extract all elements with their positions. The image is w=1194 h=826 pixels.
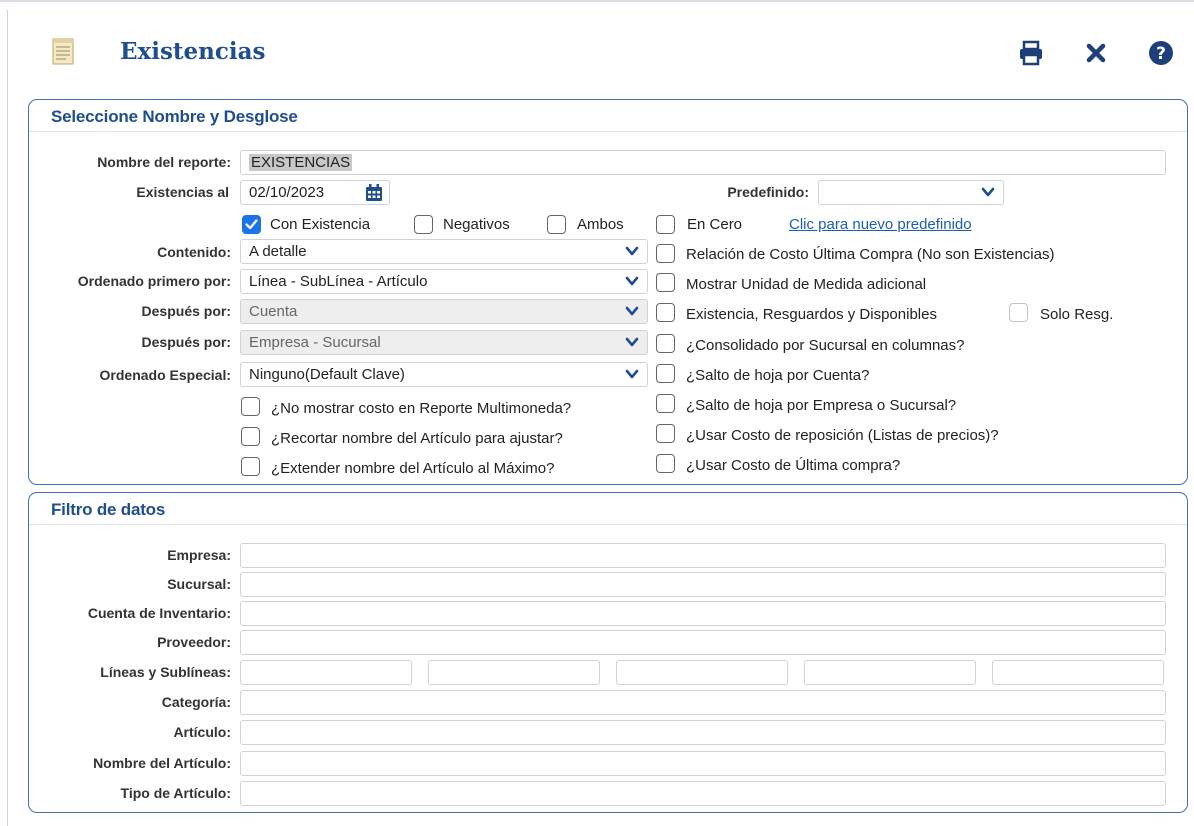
calendar-icon[interactable] (364, 183, 384, 203)
chevron-down-icon (625, 246, 639, 256)
articulo-label: Artículo: (173, 724, 231, 740)
salto-cuenta-checkbox[interactable] (656, 364, 675, 383)
no-mostrar-costo-checkbox[interactable] (241, 397, 260, 416)
existencia-resguardos-checkbox[interactable] (656, 303, 675, 322)
costo-ultima-compra-label: ¿Usar Costo de Última compra? (686, 457, 901, 474)
ambos-checkbox[interactable] (547, 215, 566, 234)
con-existencia-label: Con Existencia (270, 216, 371, 233)
salto-empresa-label: ¿Salto de hoja por Empresa o Sucursal? (686, 397, 957, 414)
consolidado-sucursal-checkbox[interactable] (656, 334, 675, 353)
especial-label: Ordenado Especial: (99, 367, 231, 383)
section-title: Seleccione Nombre y Desglose (51, 107, 298, 126)
proveedor-label: Proveedor: (157, 634, 231, 650)
new-predefined-link[interactable]: Clic para nuevo predefinido (789, 216, 972, 233)
svg-text:?: ? (1156, 44, 1166, 64)
con-existencia-checkbox[interactable] (242, 215, 261, 234)
articulo-input[interactable] (240, 720, 1166, 745)
despues1-value: Cuenta (249, 303, 298, 320)
despues2-value: Empresa - Sucursal (249, 334, 381, 351)
report-name-label: Nombre del reporte: (97, 154, 231, 170)
salto-empresa-checkbox[interactable] (656, 394, 675, 413)
unidad-medida-checkbox[interactable] (656, 273, 675, 292)
lineas-input-2[interactable] (428, 660, 600, 685)
en-cero-checkbox[interactable] (656, 215, 675, 234)
costo-reposicion-label: ¿Usar Costo de reposición (Listas de pre… (686, 427, 999, 444)
ordenado-label: Ordenado primero por: (77, 273, 231, 289)
lineas-input-4[interactable] (804, 660, 976, 685)
costo-reposicion-checkbox[interactable] (656, 424, 675, 443)
solo-resg-checkbox[interactable] (1009, 303, 1028, 322)
page-title: Existencias (120, 38, 266, 65)
extender-nombre-label: ¿Extender nombre del Artículo al Máximo? (271, 460, 555, 477)
print-icon[interactable] (1018, 40, 1044, 66)
chevron-down-icon (625, 337, 639, 347)
despues1-label: Después por: (141, 303, 231, 319)
solo-resg-label: Solo Resg. (1040, 306, 1114, 323)
doc-icon (52, 38, 76, 66)
nombre-articulo-input[interactable] (240, 751, 1166, 776)
lineas-input-5[interactable] (992, 660, 1164, 685)
top-border (0, 0, 1194, 10)
lineas-input-1[interactable] (240, 660, 412, 685)
especial-value: Ninguno(Default Clave) (249, 366, 405, 383)
sucursal-input[interactable] (240, 572, 1166, 597)
lineas-label: Líneas y Sublíneas: (100, 664, 231, 680)
help-icon[interactable]: ? (1148, 40, 1174, 66)
report-name-input[interactable]: EXISTENCIAS (240, 150, 1166, 175)
ordenado-select[interactable]: Línea - SubLínea - Artículo (240, 269, 648, 294)
close-icon[interactable] (1085, 42, 1107, 64)
empresa-label: Empresa: (167, 547, 231, 563)
report-name-value: EXISTENCIAS (249, 154, 353, 171)
costo-ultima-compra-checkbox[interactable] (656, 454, 675, 473)
negativos-label: Negativos (443, 216, 510, 233)
section-header: Filtro de datos (29, 493, 1187, 525)
chevron-down-icon (625, 306, 639, 316)
tipo-articulo-label: Tipo de Artículo: (120, 785, 231, 801)
contenido-label: Contenido: (157, 244, 231, 260)
lineas-input-3[interactable] (616, 660, 788, 685)
date-value: 02/10/2023 (249, 184, 325, 201)
extender-nombre-checkbox[interactable] (241, 457, 260, 476)
negativos-checkbox[interactable] (414, 215, 433, 234)
categoria-input[interactable] (240, 690, 1166, 715)
section-title: Filtro de datos (51, 500, 166, 519)
sucursal-label: Sucursal: (167, 576, 231, 592)
nombre-articulo-label: Nombre del Artículo: (93, 755, 231, 771)
consolidado-sucursal-label: ¿Consolidado por Sucursal en columnas? (686, 337, 965, 354)
despues2-label: Después por: (141, 334, 231, 350)
predefinido-label: Predefinido: (727, 184, 809, 200)
relacion-costo-checkbox[interactable] (656, 244, 675, 263)
date-label: Existencias al (136, 184, 229, 200)
despues1-select[interactable]: Cuenta (240, 299, 648, 324)
ambos-label: Ambos (577, 216, 624, 233)
tipo-articulo-input[interactable] (240, 781, 1166, 806)
cuenta-inventario-label: Cuenta de Inventario: (87, 605, 231, 621)
categoria-label: Categoría: (161, 694, 231, 710)
recortar-nombre-checkbox[interactable] (241, 427, 260, 446)
cuenta-inventario-input[interactable] (240, 601, 1166, 626)
no-mostrar-costo-label: ¿No mostrar costo en Reporte Multimoneda… (271, 400, 572, 417)
chevron-down-icon (981, 187, 995, 197)
existencia-resguardos-label: Existencia, Resguardos y Disponibles (686, 306, 937, 323)
chevron-down-icon (625, 276, 639, 286)
predefinido-select[interactable] (818, 180, 1004, 205)
en-cero-label: En Cero (687, 216, 743, 233)
recortar-nombre-label: ¿Recortar nombre del Artículo para ajust… (271, 430, 563, 447)
left-border (7, 10, 8, 826)
proveedor-input[interactable] (240, 630, 1166, 655)
ordenado-value: Línea - SubLínea - Artículo (249, 273, 428, 290)
unidad-medida-label: Mostrar Unidad de Medida adicional (686, 276, 927, 293)
contenido-value: A detalle (249, 243, 307, 260)
empresa-input[interactable] (240, 543, 1166, 568)
salto-cuenta-label: ¿Salto de hoja por Cuenta? (686, 367, 870, 384)
chevron-down-icon (625, 369, 639, 379)
despues2-select[interactable]: Empresa - Sucursal (240, 330, 648, 355)
contenido-select[interactable]: A detalle (240, 239, 648, 264)
date-input[interactable]: 02/10/2023 (240, 180, 390, 205)
relacion-costo-label: Relación de Costo Última Compra (No son … (686, 246, 1055, 263)
especial-select[interactable]: Ninguno(Default Clave) (240, 362, 648, 387)
section-header: Seleccione Nombre y Desglose (29, 100, 1187, 132)
